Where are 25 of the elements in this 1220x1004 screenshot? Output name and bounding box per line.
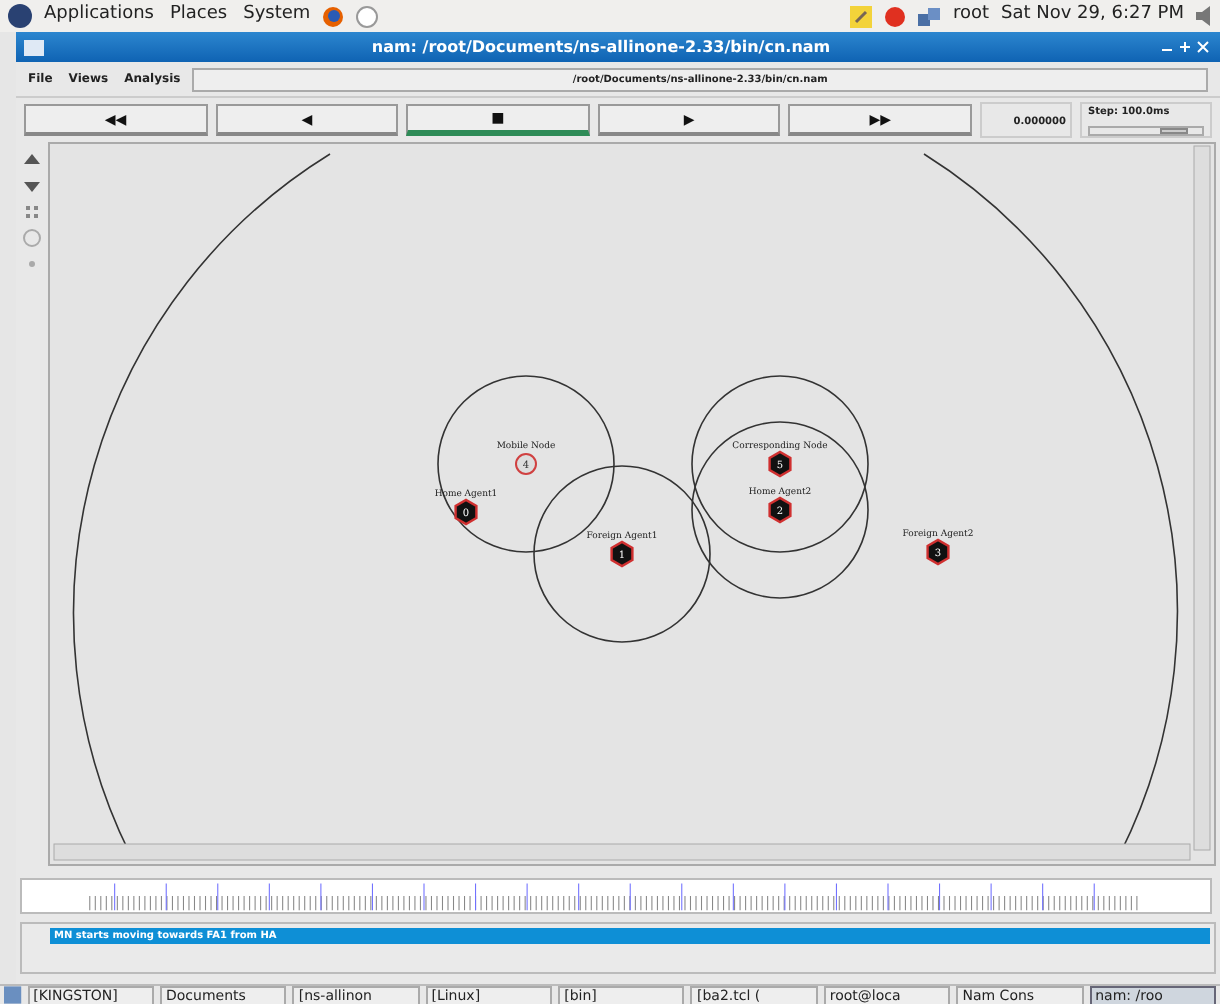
close-icon[interactable] [1194,38,1212,56]
horizontal-scrollbar[interactable] [53,843,1191,861]
zoom-out-icon[interactable] [22,176,42,196]
user-name: root [952,2,990,29]
timeline-drawing[interactable] [20,878,1212,914]
show-desktop-icon[interactable] [4,986,22,1004]
network-icon[interactable] [918,5,941,27]
step-slider[interactable] [1088,125,1204,135]
alert-icon[interactable] [884,5,907,27]
mail-icon[interactable] [356,5,379,27]
browser-icon[interactable] [322,5,345,27]
vertical-scrollbar[interactable] [1193,145,1211,851]
window-menu-icon[interactable] [24,39,44,55]
slider-thumb[interactable] [1160,127,1189,133]
clock[interactable]: Sat Nov 29, 6:27 PM [1001,2,1184,30]
maximize-icon[interactable] [1176,38,1194,56]
panel-menu[interactable]: Applications [44,2,154,30]
volume-icon[interactable] [1196,6,1212,26]
zoom-in-icon[interactable] [22,150,42,170]
panel-menu[interactable]: System [243,2,311,30]
grid-icon[interactable] [22,202,42,222]
window-title: nam: /root/Documents/ns-allinone-2.33/bin/cn.nam [369,35,833,59]
panel-menu[interactable]: Places [169,2,228,30]
distro-logo-icon[interactable] [8,4,32,28]
notes-icon[interactable] [850,5,873,27]
